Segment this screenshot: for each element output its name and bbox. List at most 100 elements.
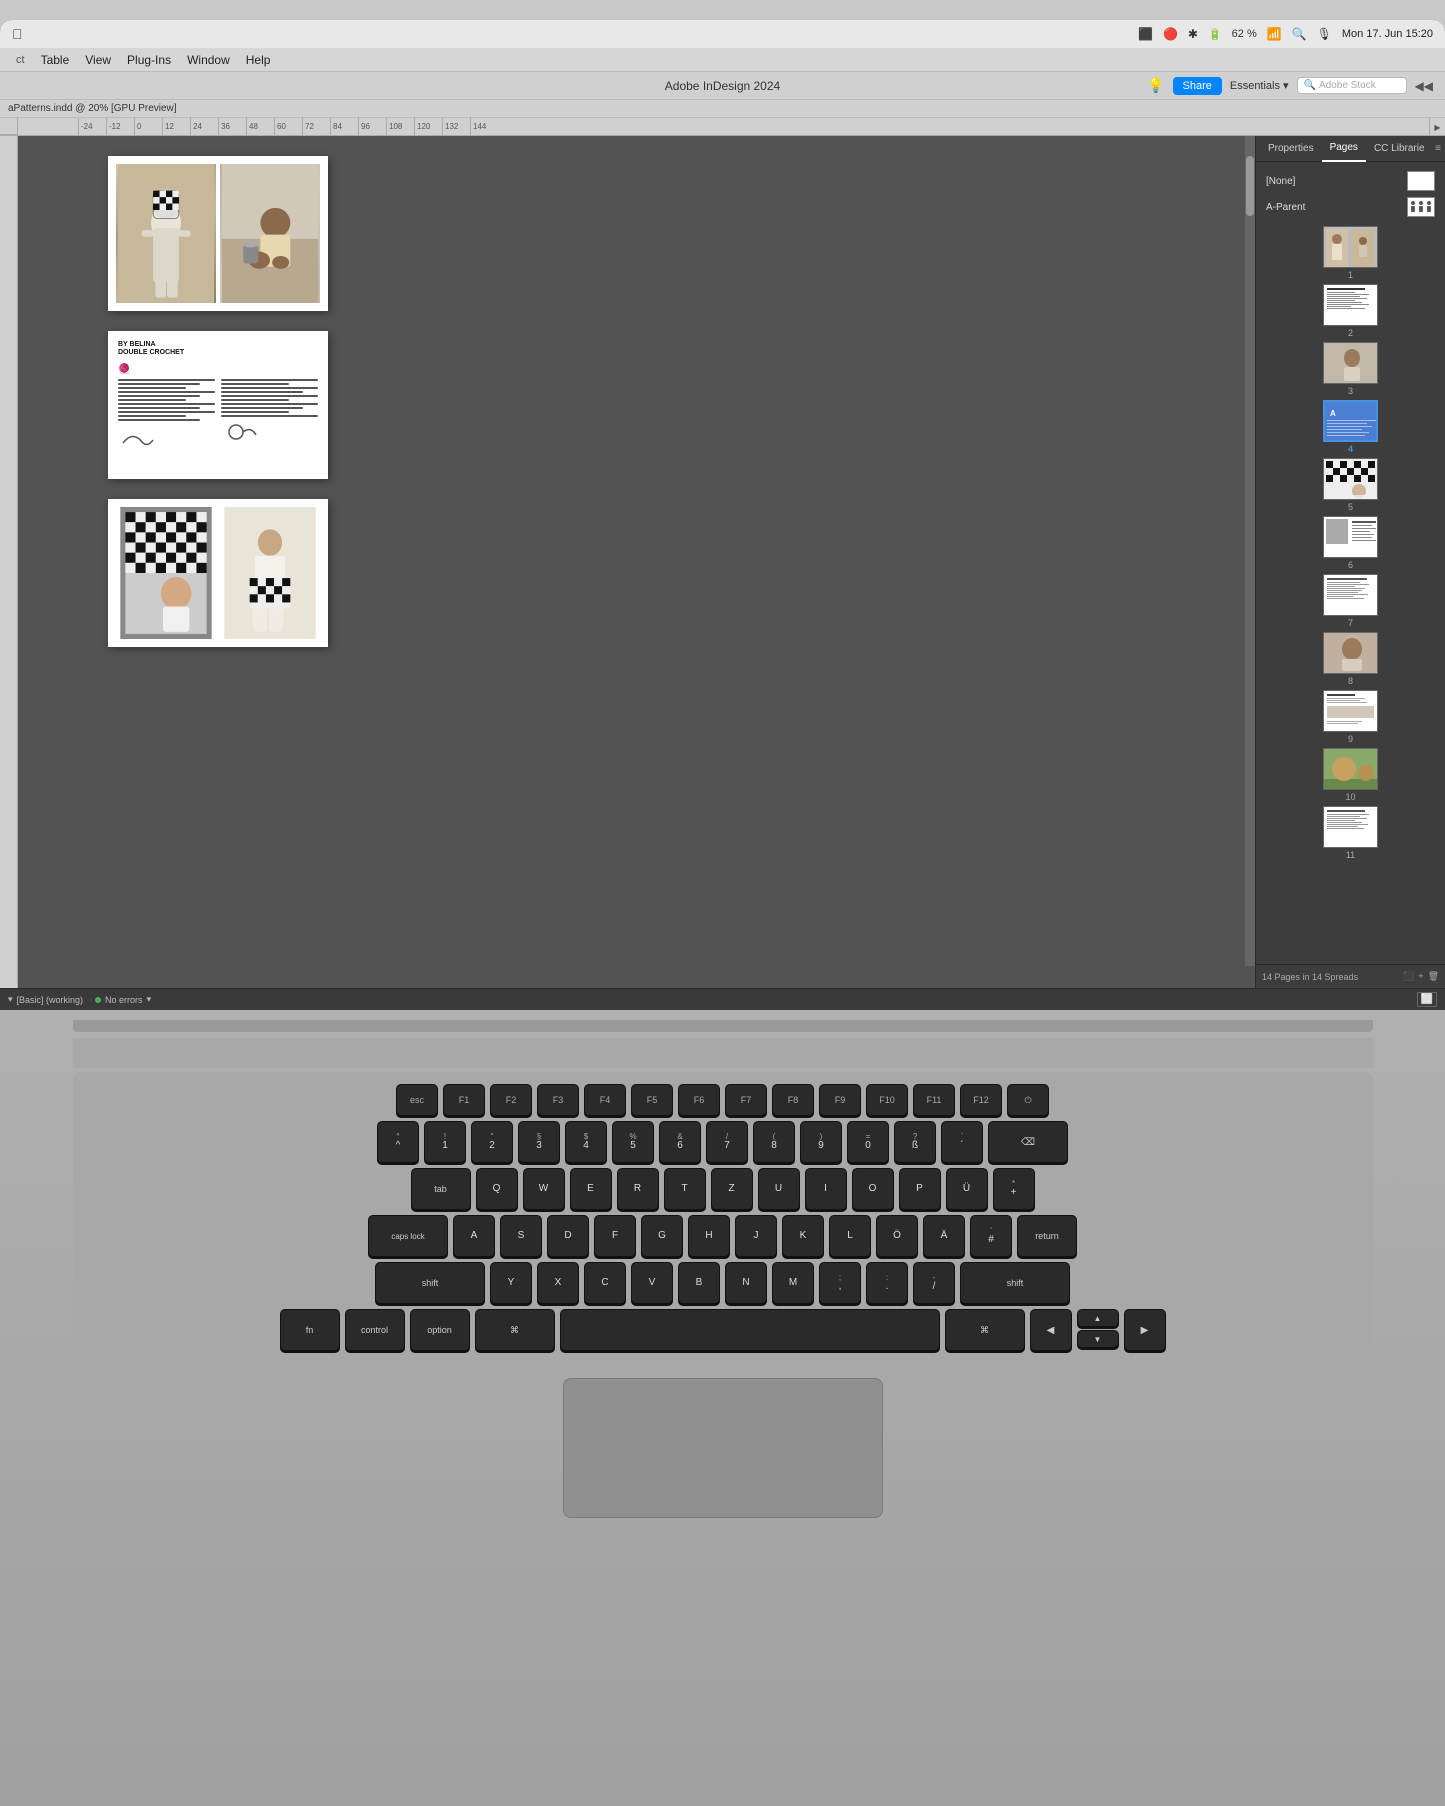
key-period[interactable]: :.: [866, 1262, 908, 1304]
key-f3[interactable]: F3: [537, 1084, 579, 1116]
key-f1[interactable]: F1: [443, 1084, 485, 1116]
page-3[interactable]: [108, 499, 328, 647]
key-a[interactable]: A: [453, 1215, 495, 1257]
menu-item-window[interactable]: Window: [179, 48, 238, 72]
key-plus[interactable]: *+: [993, 1168, 1035, 1210]
page-thumb-item-1[interactable]: 1: [1262, 226, 1439, 280]
key-ae[interactable]: Ä: [923, 1215, 965, 1257]
key-ue[interactable]: Ü: [946, 1168, 988, 1210]
scroll-bar-vertical[interactable]: [1245, 136, 1255, 966]
new-page-icon[interactable]: +: [1418, 971, 1423, 982]
trackpad[interactable]: [563, 1378, 883, 1518]
key-caps[interactable]: caps lock: [368, 1215, 448, 1257]
key-down[interactable]: ▼: [1077, 1330, 1119, 1348]
errors-dropdown[interactable]: ▾: [147, 994, 152, 1005]
key-oe[interactable]: Ö: [876, 1215, 918, 1257]
key-8[interactable]: (8: [753, 1121, 795, 1163]
page-2[interactable]: BY BELINA DOUBLE CROCHET 🧶: [108, 331, 328, 479]
key-j[interactable]: J: [735, 1215, 777, 1257]
panel-close-button[interactable]: ≡: [1435, 143, 1441, 154]
page-thumb-item-9[interactable]: 9: [1262, 690, 1439, 744]
menu-item-help[interactable]: Help: [238, 48, 279, 72]
key-f[interactable]: F: [594, 1215, 636, 1257]
key-backtick[interactable]: °^: [377, 1121, 419, 1163]
delete-page-icon[interactable]: 🗑: [1428, 971, 1439, 982]
master-a-parent-item[interactable]: A-Parent: [1262, 194, 1439, 220]
key-f7[interactable]: F7: [725, 1084, 767, 1116]
key-f12[interactable]: F12: [960, 1084, 1002, 1116]
key-space[interactable]: [560, 1309, 940, 1351]
system-icon-1[interactable]: ⬛: [1138, 27, 1153, 41]
key-power[interactable]: ⏻: [1007, 1084, 1049, 1116]
key-ctrl[interactable]: control: [345, 1309, 405, 1351]
key-5[interactable]: %5: [612, 1121, 654, 1163]
siri-icon[interactable]: 🎙: [1317, 27, 1332, 41]
key-f11[interactable]: F11: [913, 1084, 955, 1116]
key-f8[interactable]: F8: [772, 1084, 814, 1116]
key-backspace[interactable]: ⌫: [988, 1121, 1068, 1163]
key-f4[interactable]: F4: [584, 1084, 626, 1116]
panel-collapse-icon[interactable]: ◀◀: [1415, 79, 1433, 93]
key-hash[interactable]: '#: [970, 1215, 1012, 1257]
key-ss[interactable]: ?ß: [894, 1121, 936, 1163]
key-c[interactable]: C: [584, 1262, 626, 1304]
key-tab[interactable]: tab: [411, 1168, 471, 1210]
key-7[interactable]: /7: [706, 1121, 748, 1163]
key-k[interactable]: K: [782, 1215, 824, 1257]
key-comma[interactable]: ;,: [819, 1262, 861, 1304]
key-g[interactable]: G: [641, 1215, 683, 1257]
errors-indicator[interactable]: No errors ▾: [95, 994, 151, 1005]
key-t[interactable]: T: [664, 1168, 706, 1210]
key-e[interactable]: E: [570, 1168, 612, 1210]
canvas-area[interactable]: BY BELINA DOUBLE CROCHET 🧶: [18, 136, 1255, 988]
tab-pages[interactable]: Pages: [1322, 136, 1366, 162]
key-2[interactable]: "2: [471, 1121, 513, 1163]
page-thumb-item-8[interactable]: 8: [1262, 632, 1439, 686]
page-thumb-item-7[interactable]: 7: [1262, 574, 1439, 628]
tab-cc-libraries[interactable]: CC Librarie: [1366, 136, 1433, 162]
key-3[interactable]: §3: [518, 1121, 560, 1163]
scroll-thumb[interactable]: [1246, 156, 1254, 216]
key-cmd-left[interactable]: ⌘: [475, 1309, 555, 1351]
key-u[interactable]: U: [758, 1168, 800, 1210]
key-i[interactable]: I: [805, 1168, 847, 1210]
page-thumb-item-10[interactable]: 10: [1262, 748, 1439, 802]
key-o[interactable]: O: [852, 1168, 894, 1210]
key-4[interactable]: $4: [565, 1121, 607, 1163]
layout-icon[interactable]: ⬜: [1417, 992, 1437, 1007]
key-cmd-right[interactable]: ⌘: [945, 1309, 1025, 1351]
master-none-item[interactable]: [None]: [1262, 168, 1439, 194]
key-9[interactable]: )9: [800, 1121, 842, 1163]
workspace-indicator[interactable]: ▾ [Basic] (working): [8, 994, 83, 1005]
workspace-dropdown[interactable]: ▾: [8, 994, 13, 1005]
key-q[interactable]: Q: [476, 1168, 518, 1210]
key-p[interactable]: P: [899, 1168, 941, 1210]
key-f6[interactable]: F6: [678, 1084, 720, 1116]
key-s[interactable]: S: [500, 1215, 542, 1257]
key-f9[interactable]: F9: [819, 1084, 861, 1116]
bluetooth-icon[interactable]: ✱: [1188, 27, 1198, 41]
essentials-button[interactable]: Essentials ▾: [1230, 79, 1289, 92]
menu-item-table[interactable]: Table: [33, 48, 78, 72]
key-f10[interactable]: F10: [866, 1084, 908, 1116]
page-1[interactable]: [108, 156, 328, 311]
key-l[interactable]: L: [829, 1215, 871, 1257]
system-icon-2[interactable]: 🔴: [1163, 27, 1178, 41]
key-left[interactable]: ◀: [1030, 1309, 1072, 1351]
search-bar[interactable]: 🔍 Adobe Stock: [1297, 77, 1407, 94]
key-shift-right[interactable]: shift: [960, 1262, 1070, 1304]
key-r[interactable]: R: [617, 1168, 659, 1210]
page-thumb-item-4[interactable]: A 4: [1262, 400, 1439, 454]
menu-item-view[interactable]: View: [77, 48, 119, 72]
apple-logo-icon[interactable]: : [12, 26, 23, 42]
key-f5[interactable]: F5: [631, 1084, 673, 1116]
key-acute[interactable]: `´: [941, 1121, 983, 1163]
new-spread-icon[interactable]: ⬛: [1403, 971, 1414, 982]
key-6[interactable]: &6: [659, 1121, 701, 1163]
page-thumb-item-3[interactable]: 3: [1262, 342, 1439, 396]
light-bulb-icon[interactable]: 💡: [1147, 77, 1164, 94]
key-option[interactable]: option: [410, 1309, 470, 1351]
key-y[interactable]: Y: [490, 1262, 532, 1304]
share-button[interactable]: Share: [1173, 77, 1222, 95]
page-thumb-item-2[interactable]: 2: [1262, 284, 1439, 338]
